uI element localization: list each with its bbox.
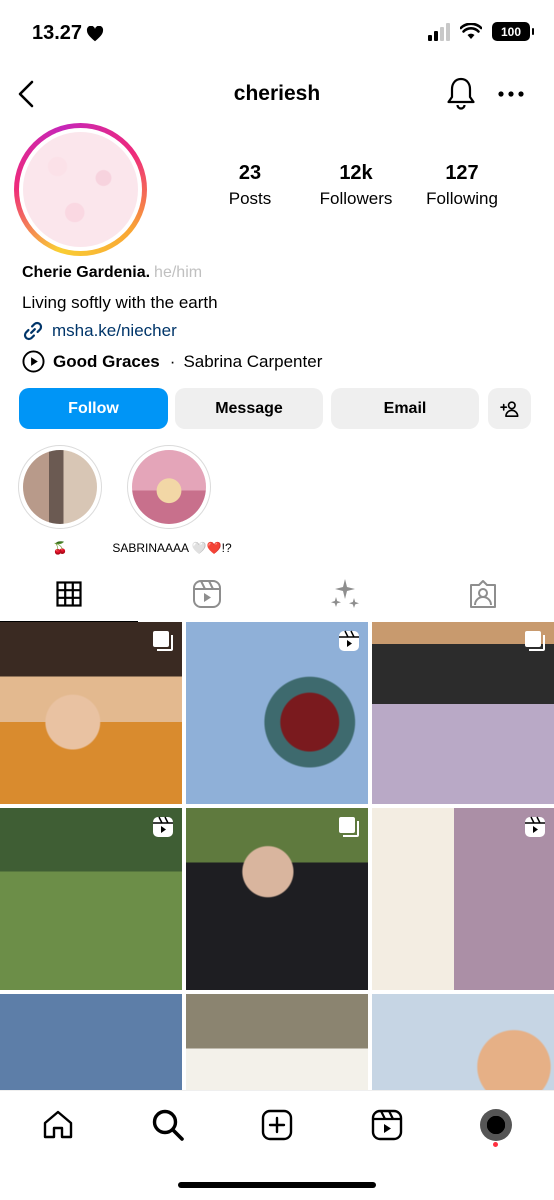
profile-actions: Follow Message Email (19, 388, 531, 429)
highlight-cover (23, 450, 97, 524)
tab-tagged[interactable] (414, 568, 552, 620)
stat-posts[interactable]: 23 Posts (200, 162, 300, 209)
create-icon (261, 1109, 293, 1141)
posts-grid (0, 622, 554, 1092)
reel-badge-icon (339, 630, 359, 651)
followers-label: Followers (319, 189, 393, 208)
tab-posts[interactable] (0, 568, 138, 622)
wifi-icon (460, 23, 482, 39)
carousel-icon (153, 631, 173, 651)
stat-followers[interactable]: 12k Followers (306, 162, 406, 209)
avatar-border (19, 128, 142, 251)
bell-icon[interactable] (445, 76, 477, 112)
grid-post[interactable] (0, 994, 182, 1092)
tab-reels[interactable] (138, 568, 276, 620)
grid-post[interactable] (0, 808, 182, 990)
following-count: 127 (445, 162, 479, 184)
story-highlight[interactable]: 🍒 (15, 445, 105, 555)
nav-reels[interactable] (367, 1105, 407, 1145)
nav-home[interactable] (38, 1105, 78, 1145)
grid-post[interactable] (372, 622, 554, 804)
display-name: Cherie Gardenia. (22, 264, 151, 281)
status-indicators: 100 (428, 22, 534, 41)
link-icon (23, 321, 43, 341)
status-bar: 13.27 100 (0, 0, 554, 64)
nav-create[interactable] (257, 1105, 297, 1145)
avatar[interactable] (14, 123, 147, 256)
music-separator: · (169, 351, 176, 371)
message-button[interactable]: Message (175, 388, 323, 429)
highlight-ring (127, 445, 211, 529)
status-time: 13.27 (32, 22, 104, 45)
profile-music[interactable]: Good Graces · Sabrina Carpenter (22, 350, 322, 373)
bio-text: Living softly with the earth (22, 293, 218, 312)
battery-icon: 100 (492, 22, 534, 41)
avatar-image (23, 132, 138, 247)
stat-following[interactable]: 127 Following (412, 162, 512, 209)
add-user-icon (499, 400, 518, 417)
nav-search[interactable] (148, 1105, 188, 1145)
highlight-ring (18, 445, 102, 529)
tagged-icon (470, 580, 496, 608)
followers-count: 12k (339, 162, 373, 184)
highlight-label: 🍒 (52, 541, 68, 555)
pronouns: he/him (154, 264, 203, 281)
grid-icon (56, 581, 82, 607)
play-icon (22, 350, 45, 373)
profile-avatar-icon (480, 1109, 512, 1141)
bio-link[interactable]: msha.ke/niecher (22, 320, 177, 342)
search-icon (152, 1109, 184, 1141)
posts-label: Posts (228, 189, 272, 208)
grid-post[interactable] (186, 808, 368, 990)
reel-badge-icon (153, 816, 173, 837)
suggest-users-button[interactable] (488, 388, 531, 429)
nav-profile[interactable] (476, 1105, 516, 1145)
carousel-icon (525, 631, 545, 651)
grid-post[interactable] (372, 808, 554, 990)
highlight-cover (132, 450, 206, 524)
signal-icon (428, 22, 450, 41)
grid-post[interactable] (372, 994, 554, 1092)
heart-icon (87, 25, 104, 41)
profile-header: cheriesh (0, 70, 554, 118)
grid-post[interactable] (0, 622, 182, 804)
more-options-icon[interactable] (496, 82, 526, 106)
reels-icon (371, 1109, 403, 1141)
follow-button[interactable]: Follow (19, 388, 168, 429)
time-text: 13.27 (32, 22, 83, 44)
song-title: Good Graces (53, 351, 160, 371)
home-indicator[interactable] (178, 1182, 376, 1188)
profile-name: Cherie Gardenia. he/him (22, 264, 202, 282)
grid-post[interactable] (186, 994, 368, 1092)
grid-post[interactable] (186, 622, 368, 804)
reel-badge-icon (525, 816, 545, 837)
reels-icon (193, 580, 221, 608)
link-text: msha.ke/niecher (52, 321, 177, 340)
posts-count: 23 (238, 162, 262, 184)
tab-sparkles[interactable] (276, 568, 414, 620)
carousel-icon (339, 817, 359, 837)
sparkles-icon (331, 579, 359, 608)
home-icon (43, 1110, 73, 1139)
notification-dot (493, 1142, 498, 1147)
story-highlight[interactable]: SABRINAAAA 🤍❤️!? (112, 445, 232, 555)
email-button[interactable]: Email (331, 388, 479, 429)
following-label: Following (426, 189, 498, 208)
profile-tabs (0, 568, 554, 622)
highlight-label: SABRINAAAA 🤍❤️!? (112, 541, 232, 555)
song-artist: Sabrina Carpenter (183, 351, 323, 371)
